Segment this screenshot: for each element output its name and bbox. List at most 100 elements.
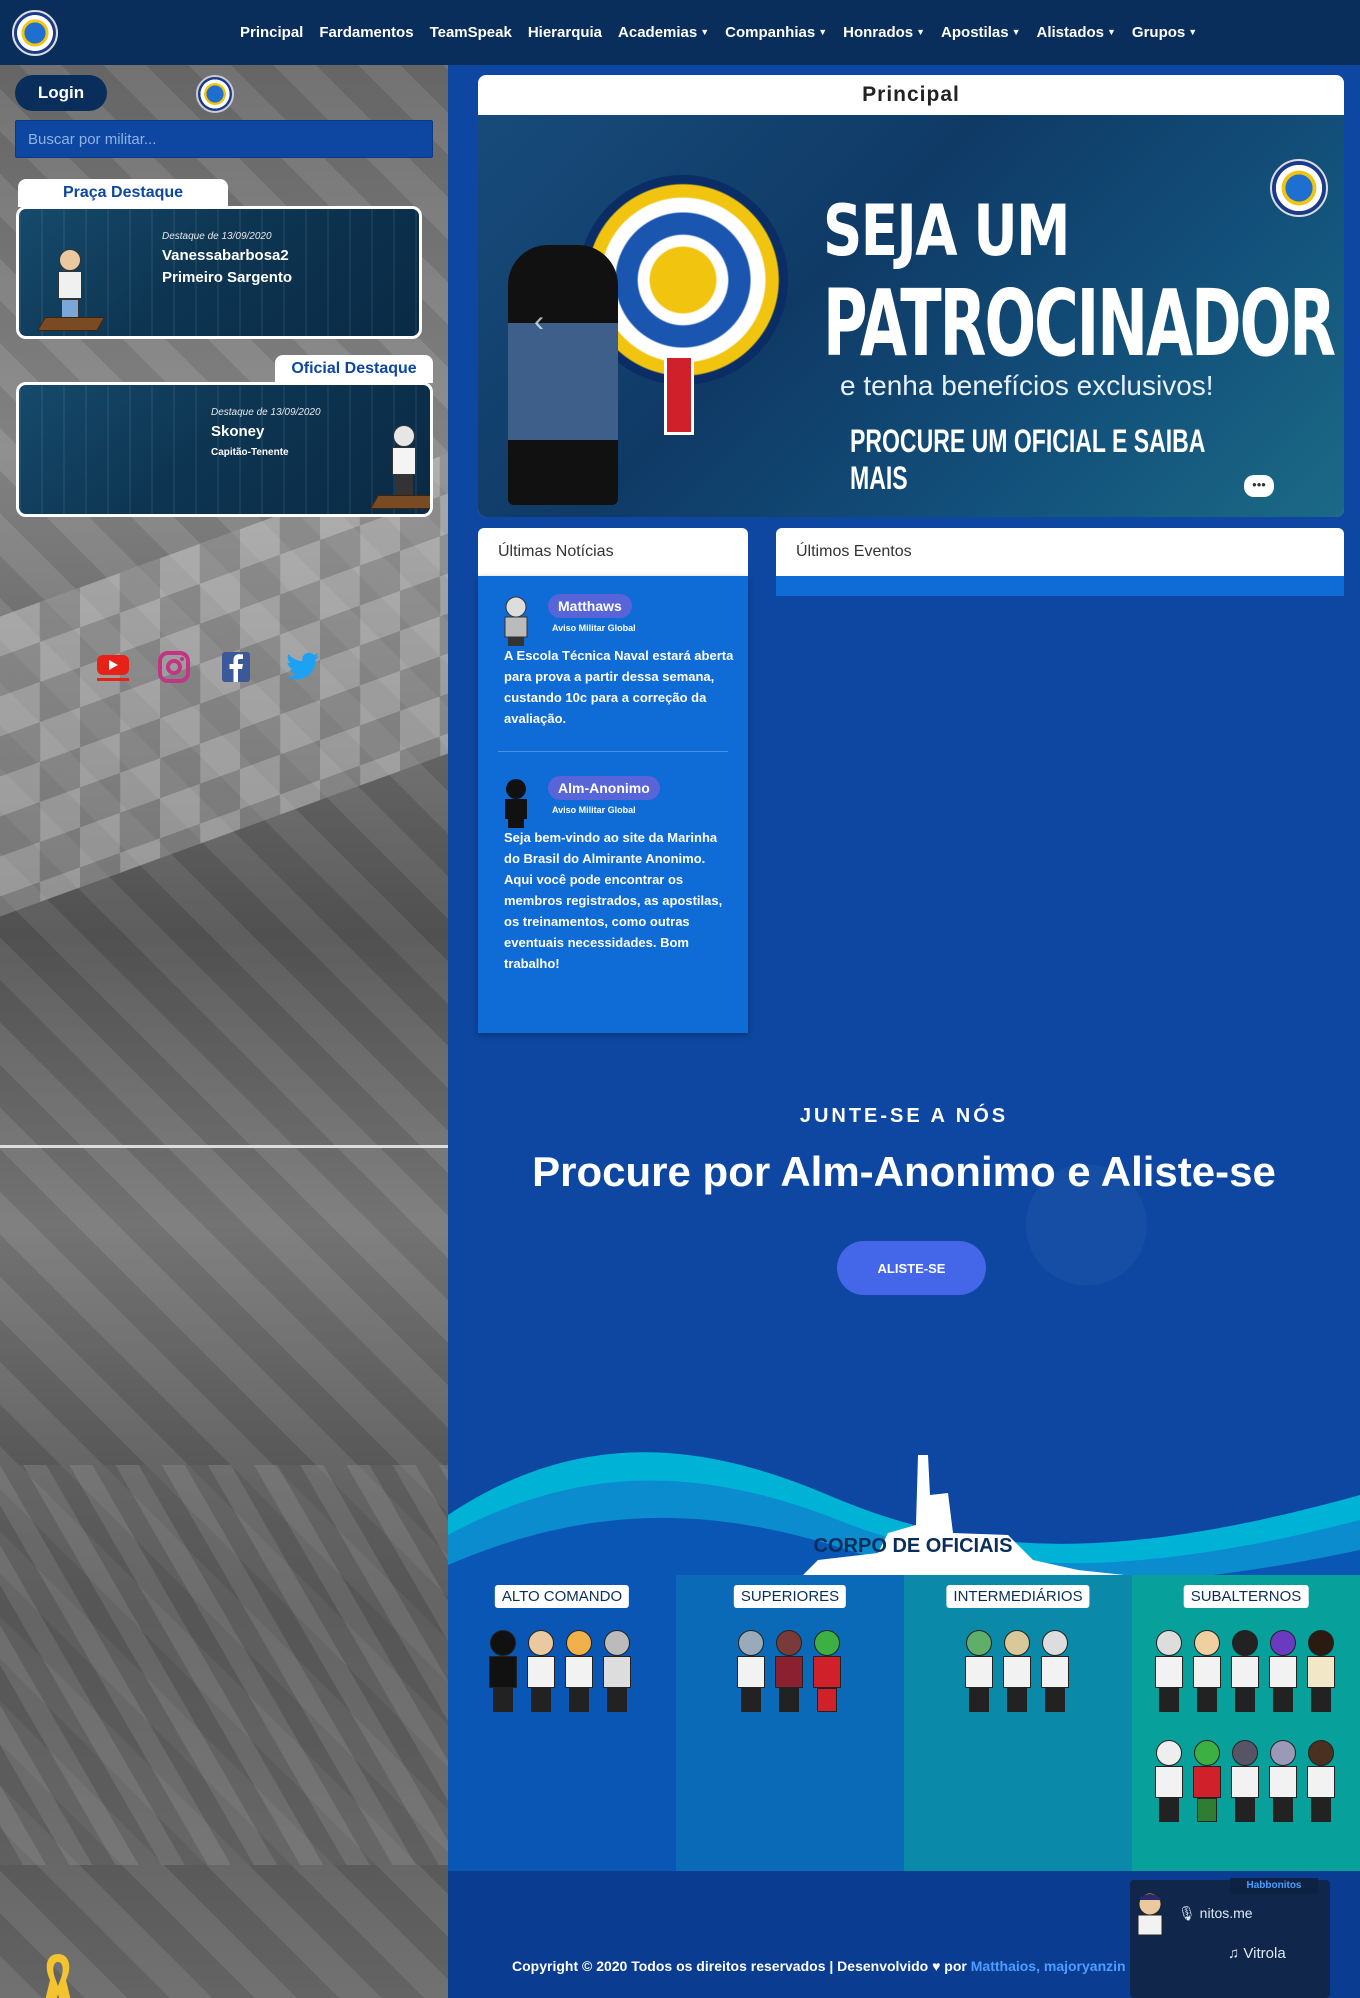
- events-header: Últimos Eventos: [776, 528, 1344, 576]
- music-note-icon: ♫: [1228, 1945, 1240, 1962]
- officer-column-label: ALTO COMANDO: [494, 1585, 630, 1608]
- officer-column-subalternos: SUBALTERNOS: [1132, 1575, 1360, 1871]
- room-background: [0, 1465, 448, 1865]
- caret-down-icon: ▼: [818, 27, 828, 37]
- news-role: Aviso Militar Global: [552, 623, 636, 633]
- news-text: Seja bem-vindo ao site da Marinha do Bra…: [504, 830, 723, 971]
- sponsor-banner[interactable]: ‹ SEJA UM PATROCINADOR e tenha benefício…: [478, 115, 1344, 517]
- youtube-icon[interactable]: [96, 650, 130, 684]
- facebook-icon[interactable]: [219, 650, 253, 684]
- music-player-widget[interactable]: [1130, 1880, 1330, 1998]
- music-widget-tab[interactable]: Habbonitos: [1230, 1878, 1318, 1894]
- divider: [498, 751, 728, 752]
- top-navbar: Principal Fardamentos TeamSpeak Hierarqu…: [0, 0, 1360, 65]
- avatar[interactable]: [1304, 1740, 1336, 1822]
- twitter-icon[interactable]: [286, 650, 320, 684]
- avatar: [500, 596, 532, 646]
- pedestal: [369, 495, 430, 509]
- highlight-date: Destaque de 13/09/2020: [211, 407, 321, 418]
- enlist-button[interactable]: ALISTE-SE: [837, 1241, 986, 1295]
- page-title: Principal: [862, 83, 960, 106]
- avatar[interactable]: [962, 1630, 994, 1712]
- caret-down-icon: ▼: [1107, 27, 1116, 37]
- vitrola-label[interactable]: ♫ Vitrola: [1228, 1945, 1286, 1962]
- news-header: Últimas Notícias: [478, 528, 748, 576]
- oficial-destaque-card[interactable]: Destaque de 13/09/2020 Skoney Capitão-Te…: [16, 382, 433, 517]
- avatar[interactable]: [1152, 1740, 1184, 1822]
- nav-item-grupos[interactable]: Grupos ▼: [1132, 24, 1197, 41]
- nav-item-companhias[interactable]: Companhias ▼: [725, 24, 827, 41]
- news-author-badge[interactable]: Alm-Anonimo: [548, 776, 660, 800]
- officer-column-intermediarios: INTERMEDIÁRIOS: [904, 1575, 1132, 1871]
- chat-bubble-icon: •••: [1244, 475, 1274, 497]
- avatar[interactable]: [734, 1630, 766, 1712]
- officer-column-label: SUBALTERNOS: [1183, 1585, 1309, 1608]
- highlight-rank: Capitão-Tenente: [211, 447, 289, 458]
- copyright-text: Copyright © 2020 Todos os direitos reser…: [512, 1958, 1126, 1974]
- nav-item-apostilas[interactable]: Apostilas ▼: [941, 24, 1020, 41]
- medal-ribbon: [664, 355, 694, 435]
- news-text: A Escola Técnica Naval estará aberta par…: [504, 648, 734, 726]
- avatar[interactable]: [1266, 1630, 1298, 1712]
- heart-icon: ♥: [932, 1958, 941, 1974]
- events-panel: [776, 576, 1344, 596]
- banner-avatar: [508, 245, 618, 505]
- avatar[interactable]: [1190, 1630, 1222, 1712]
- avatar[interactable]: [524, 1630, 556, 1712]
- caret-down-icon: ▼: [1011, 27, 1021, 37]
- instagram-icon[interactable]: [157, 650, 191, 684]
- main-content: Principal ‹ SEJA UM PATROCINADOR e tenha…: [448, 65, 1360, 1998]
- microphone-icon: 🎙: [1178, 1905, 1196, 1921]
- nav-item-hierarquia[interactable]: Hierarquia: [528, 24, 602, 41]
- join-title: Procure por Alm-Anonimo e Aliste-se: [532, 1148, 1276, 1195]
- nav-item-academias[interactable]: Academias ▼: [618, 24, 709, 41]
- avatar[interactable]: [1266, 1740, 1298, 1822]
- avatar[interactable]: [1038, 1630, 1070, 1712]
- caret-down-icon: ▼: [916, 27, 926, 37]
- news-panel: Matthaws Aviso Militar Global A Escola T…: [478, 576, 748, 1033]
- emblem-icon: [196, 75, 234, 113]
- avatar[interactable]: [486, 1630, 518, 1712]
- highlight-name: Skoney: [211, 423, 265, 440]
- site-logo-icon[interactable]: [12, 10, 58, 56]
- banner-headline: PATROCINADOR: [823, 270, 1336, 377]
- avatar[interactable]: [1304, 1630, 1336, 1712]
- room-background: [0, 453, 448, 917]
- nav-item-teamspeak[interactable]: TeamSpeak: [430, 24, 512, 41]
- highlight-name: Vanessabarbosa2: [162, 247, 289, 264]
- news-author-badge[interactable]: Matthaws: [548, 594, 632, 618]
- highlight-date: Destaque de 13/09/2020: [162, 231, 272, 242]
- nav-item-principal[interactable]: Principal: [240, 24, 303, 41]
- avatar[interactable]: [810, 1630, 842, 1712]
- avatar: [500, 778, 532, 828]
- banner-headline: SEJA UM: [823, 190, 1071, 272]
- principal-card: Principal ‹ SEJA UM PATROCINADOR e tenha…: [478, 75, 1344, 517]
- carousel-prev-icon[interactable]: ‹: [534, 305, 544, 339]
- awareness-ribbon-icon: [36, 1950, 80, 1998]
- avatar[interactable]: [1152, 1630, 1184, 1712]
- avatar[interactable]: [562, 1630, 594, 1712]
- search-input[interactable]: [15, 120, 433, 158]
- avatar: [389, 425, 419, 495]
- banner-subtitle: e tenha benefícios exclusivos!: [840, 370, 1214, 401]
- highlight-rank: Primeiro Sargento: [162, 269, 293, 286]
- avatar[interactable]: [1228, 1740, 1260, 1822]
- pedestal: [36, 317, 106, 331]
- login-button[interactable]: Login: [15, 75, 107, 111]
- avatar[interactable]: [1228, 1630, 1260, 1712]
- praca-destaque-card[interactable]: Destaque de 13/09/2020 Vanessabarbosa2 P…: [16, 206, 422, 339]
- avatar[interactable]: [1190, 1740, 1222, 1822]
- officer-column-alto-comando: ALTO COMANDO: [448, 1575, 676, 1871]
- avatar[interactable]: [600, 1630, 632, 1712]
- avatar: [55, 249, 85, 319]
- avatar[interactable]: [1000, 1630, 1032, 1712]
- banner-cta: PROCURE UM OFICIAL E SAIBA MAIS: [850, 423, 1205, 496]
- nav-item-honrados[interactable]: Honrados ▼: [843, 24, 925, 41]
- nav-item-fardamentos[interactable]: Fardamentos: [319, 24, 413, 41]
- nav-item-alistados[interactable]: Alistados ▼: [1036, 24, 1115, 41]
- avatar[interactable]: [772, 1630, 804, 1712]
- oficial-destaque-tab: Oficial Destaque: [275, 355, 433, 383]
- authors-link[interactable]: Matthaios, majoryanzin: [971, 1958, 1126, 1974]
- emblem-icon: [1270, 159, 1328, 217]
- officer-column-superiores: SUPERIORES: [676, 1575, 904, 1871]
